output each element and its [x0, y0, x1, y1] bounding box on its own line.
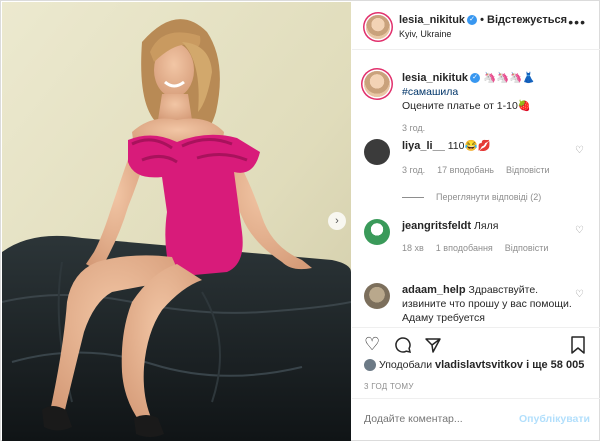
likes-summary: Уподобали vladislavtsvitkov і ще 58 005: [364, 359, 594, 372]
reply-button[interactable]: Відповісти: [505, 243, 549, 253]
post-side-panel: lesia_nikituk ✓ • Відстежується Kyiv, Ukr…: [352, 2, 600, 441]
likes-count[interactable]: і ще 58 005: [523, 359, 584, 371]
post-dialog: › lesia_nikituk ✓ • Відстежується Kyiv, U…: [0, 0, 600, 441]
post-photo[interactable]: ›: [2, 2, 351, 441]
verified-icon: ✓: [470, 73, 481, 84]
comment-time: 3 год.: [402, 165, 426, 175]
comment-time: 18 хв: [402, 243, 424, 253]
comment-author[interactable]: adaam_help: [402, 284, 466, 296]
comments-list[interactable]: lesia_nikituk ✓ 🦄🦄🦄👗 #самашила Оцените пл…: [352, 51, 600, 327]
caption-time: 3 год.: [402, 123, 426, 133]
like-comment-heart-icon[interactable]: ♡: [575, 289, 584, 300]
publish-button[interactable]: Опублікувати: [519, 413, 590, 425]
share-icon[interactable]: [424, 336, 442, 354]
bookmark-icon[interactable]: [570, 336, 586, 354]
post-actions-bar: ♡: [352, 327, 600, 359]
chevron-right-icon: ›: [335, 215, 339, 227]
commenter-avatar[interactable]: [364, 219, 390, 245]
comment-input[interactable]: [364, 413, 514, 425]
hashtag-link[interactable]: #самашила: [402, 86, 458, 98]
commenter-avatar[interactable]: [364, 139, 390, 165]
heart-icon[interactable]: ♡: [364, 335, 380, 353]
comment-author[interactable]: liya_li__: [402, 140, 445, 152]
comment-item: adaam_help Здравствуйте. извините что пр…: [364, 283, 590, 327]
comment-likes[interactable]: 17 вподобань: [437, 165, 494, 175]
commenter-avatar[interactable]: [364, 283, 390, 309]
post-location[interactable]: Kyiv, Ukraine: [399, 29, 451, 39]
caption-text: Оцените платье от 1-10🍓: [402, 100, 531, 112]
liker-username[interactable]: vladislavtsvitkov: [435, 359, 523, 371]
liker-avatar[interactable]: [364, 359, 376, 372]
comment-item: liya_li__ 110😂💋 ♡ 3 год. 17 вподобань Відп…: [364, 139, 590, 209]
add-comment-bar: Опублікувати: [352, 398, 600, 441]
author-username[interactable]: lesia_nikituk: [399, 14, 465, 26]
comment-item: jeangritsfeldt Ляля ♡ 18 хв 1 вподобання В…: [364, 219, 590, 269]
comment-icon[interactable]: [394, 336, 412, 354]
comment-text: Ляля: [474, 220, 499, 232]
caption: lesia_nikituk ✓ 🦄🦄🦄👗 #самашила Оцените пл…: [364, 71, 590, 141]
view-replies-button[interactable]: Переглянути відповіді (2): [402, 192, 541, 202]
comment-likes[interactable]: 1 вподобання: [436, 243, 493, 253]
more-options-icon[interactable]: •••: [568, 14, 586, 30]
reply-button[interactable]: Відповісти: [506, 165, 550, 175]
follow-status[interactable]: • Відстежується: [480, 14, 567, 26]
like-comment-heart-icon[interactable]: ♡: [575, 145, 584, 156]
photo-illustration: [2, 2, 351, 441]
comment-author[interactable]: jeangritsfeldt: [402, 220, 471, 232]
verified-icon: ✓: [467, 15, 478, 26]
caption-avatar[interactable]: [364, 71, 390, 97]
caption-author[interactable]: lesia_nikituk: [402, 72, 468, 84]
comment-text: 110😂💋: [447, 140, 491, 152]
post-time[interactable]: 3 ГОД ТОМУ: [364, 382, 414, 391]
author-avatar[interactable]: [366, 15, 390, 39]
next-photo-button[interactable]: ›: [328, 212, 346, 230]
likes-prefix: Уподобали: [379, 359, 435, 371]
post-header: lesia_nikituk ✓ • Відстежується Kyiv, Ukr…: [352, 2, 600, 50]
caption-emoji: 🦄🦄🦄👗: [482, 72, 536, 84]
like-comment-heart-icon[interactable]: ♡: [575, 225, 584, 236]
